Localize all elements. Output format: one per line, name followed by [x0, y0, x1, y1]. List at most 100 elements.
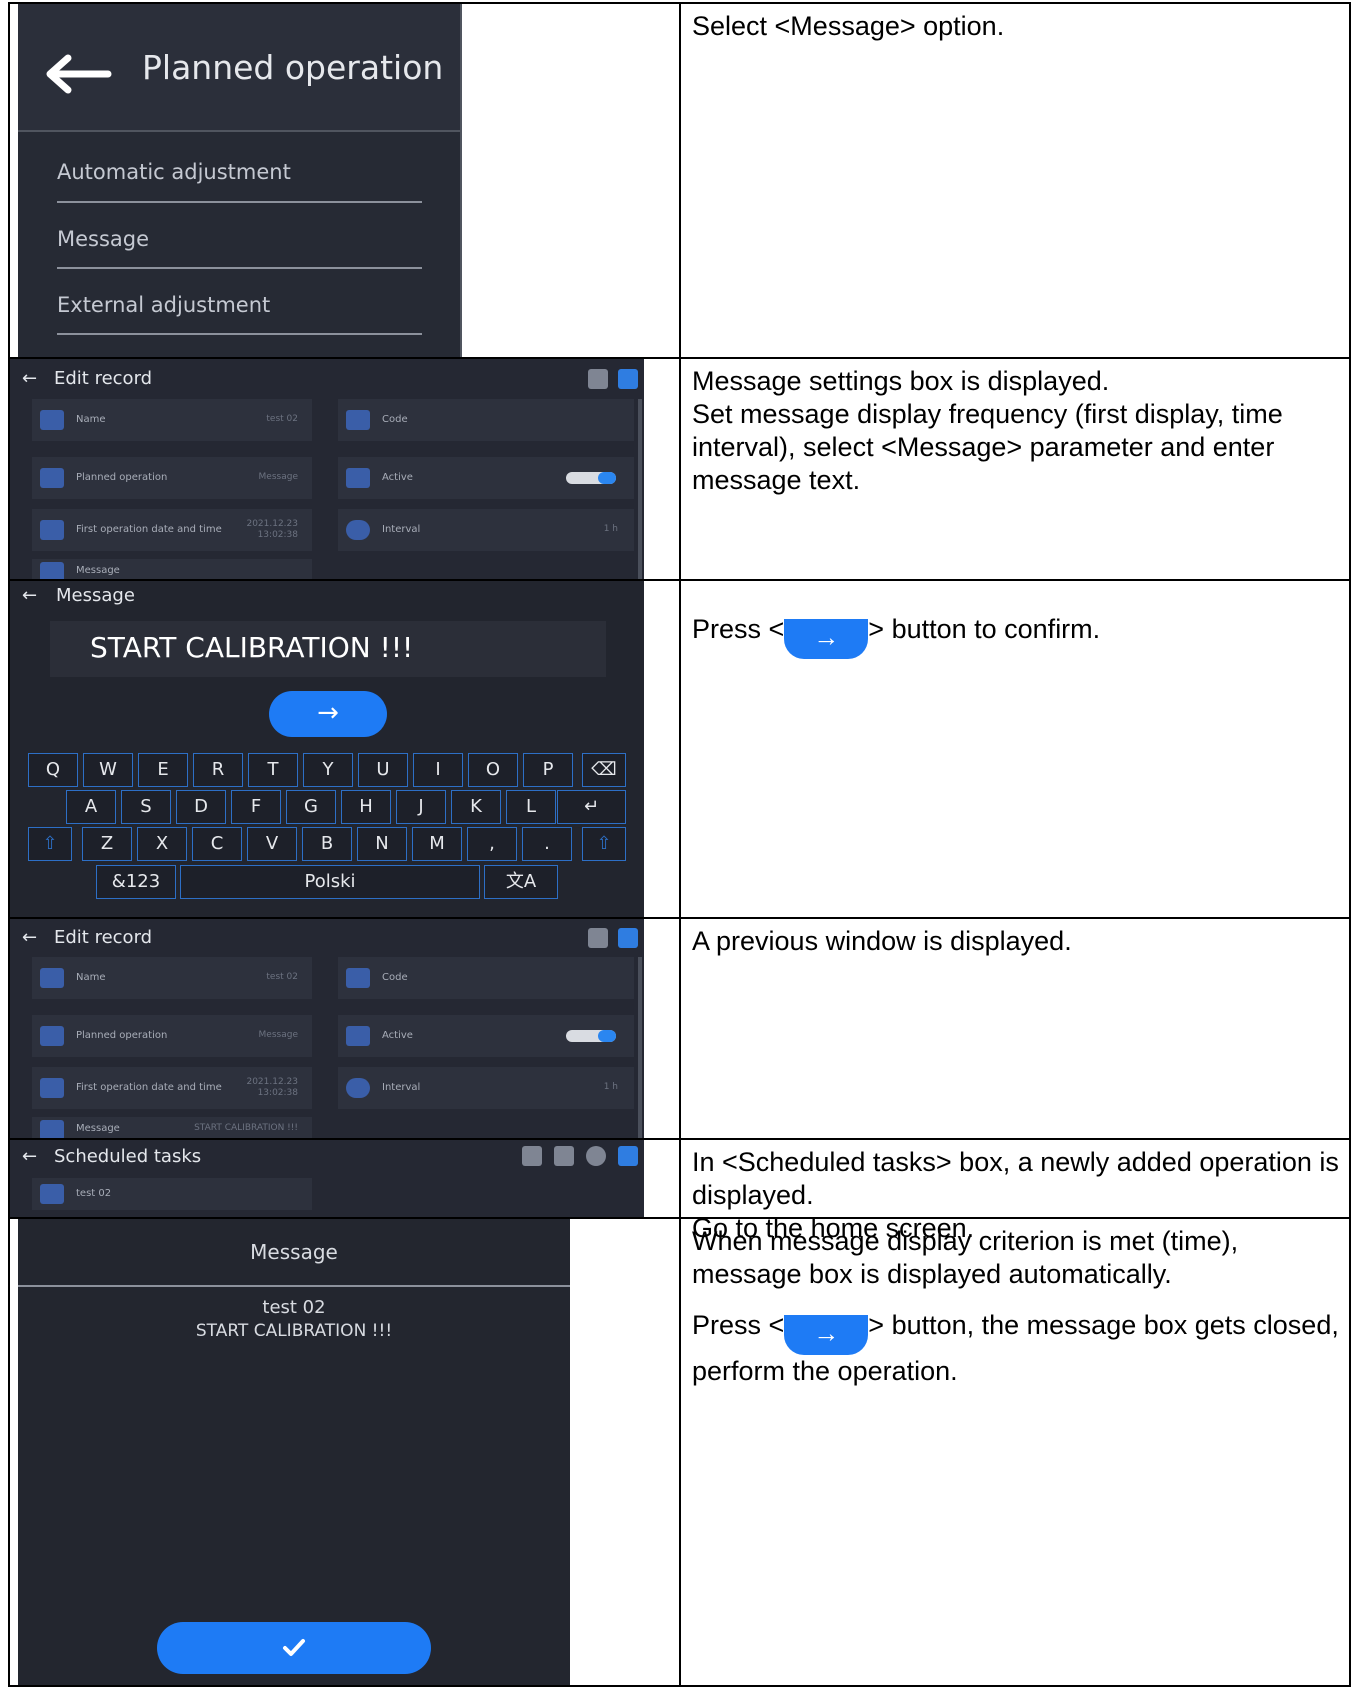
field-interval[interactable]: Interval 1 h: [338, 1067, 634, 1109]
menu-item-external-adjustment[interactable]: External adjustment: [57, 293, 270, 317]
back-arrow-icon[interactable]: ←: [22, 1146, 37, 1167]
keyboard-key[interactable]: S: [121, 790, 171, 824]
keyboard-key[interactable]: K: [451, 790, 501, 824]
field-value: START CALIBRATION !!!: [194, 1123, 298, 1133]
keyboard-key[interactable]: D: [176, 790, 226, 824]
translate-icon[interactable]: 文A: [484, 865, 558, 899]
shift-icon[interactable]: ⇧: [28, 827, 72, 861]
backspace-icon[interactable]: ⌫: [582, 753, 626, 787]
field-label: First operation date and time: [76, 524, 222, 535]
confirm-button[interactable]: →: [269, 691, 387, 737]
task-icon: [40, 1184, 64, 1204]
keyboard-key[interactable]: Q: [28, 753, 78, 787]
keyboard-key[interactable]: H: [341, 790, 391, 824]
menu-divider: [57, 333, 422, 335]
back-arrow-icon[interactable]: ←: [22, 368, 37, 389]
scrollbar[interactable]: [638, 957, 642, 1138]
keyboard-key[interactable]: O: [468, 753, 518, 787]
description-text: Press <: [692, 614, 785, 644]
field-label: Planned operation: [76, 472, 168, 483]
keyboard-key[interactable]: N: [357, 827, 407, 861]
field-active[interactable]: Active: [338, 1015, 634, 1057]
keyboard-key[interactable]: ,: [467, 827, 517, 861]
field-planned-operation[interactable]: Planned operation Message: [32, 457, 312, 499]
keyboard-key[interactable]: T: [248, 753, 298, 787]
field-label: Code: [382, 414, 408, 425]
code-icon: [346, 410, 370, 430]
enter-icon[interactable]: ↵: [557, 790, 626, 824]
keyboard-key[interactable]: L: [506, 790, 556, 824]
language-key[interactable]: Polski: [180, 865, 480, 899]
field-message[interactable]: Message START CALIBRATION !!!: [32, 1117, 312, 1138]
field-value: test 02: [266, 972, 298, 982]
page-title: Planned operation: [142, 48, 444, 87]
row-4-description: A previous window is displayed.: [692, 925, 1342, 958]
field-label: Interval: [382, 1082, 421, 1093]
keyboard-key[interactable]: X: [137, 827, 187, 861]
keyboard-key[interactable]: I: [413, 753, 463, 787]
field-name[interactable]: Name test 02: [32, 957, 312, 999]
field-first-operation[interactable]: First operation date and time 2021.12.23…: [32, 509, 312, 551]
add-icon[interactable]: [586, 1146, 606, 1166]
field-label: Code: [382, 972, 408, 983]
keyboard-key[interactable]: Z: [82, 827, 132, 861]
description-text: > button to confirm.: [868, 614, 1101, 644]
menu-item-automatic-adjustment[interactable]: Automatic adjustment: [57, 160, 291, 184]
message-icon: [40, 562, 64, 579]
keyboard-key[interactable]: A: [66, 790, 116, 824]
scrollbar[interactable]: [638, 399, 642, 579]
field-code[interactable]: Code: [338, 957, 634, 999]
save-icon[interactable]: [588, 928, 608, 948]
menu-item-message[interactable]: Message: [57, 227, 149, 251]
shift-icon[interactable]: ⇧: [582, 827, 626, 861]
arrow-left-icon[interactable]: [42, 54, 112, 94]
confirm-button[interactable]: [157, 1622, 431, 1674]
field-first-operation[interactable]: First operation date and time 2021.12.23…: [32, 1067, 312, 1109]
page-title: Edit record: [54, 927, 153, 948]
keyboard-key[interactable]: E: [138, 753, 188, 787]
keyboard-key[interactable]: W: [83, 753, 133, 787]
task-list-item[interactable]: test 02: [32, 1178, 312, 1210]
exit-icon[interactable]: [618, 928, 638, 948]
back-arrow-icon[interactable]: ←: [22, 927, 37, 948]
save-icon[interactable]: [588, 369, 608, 389]
keyboard-key[interactable]: G: [286, 790, 336, 824]
field-active[interactable]: Active: [338, 457, 634, 499]
field-planned-operation[interactable]: Planned operation Message: [32, 1015, 312, 1057]
back-arrow-icon[interactable]: ←: [22, 585, 37, 606]
field-message[interactable]: Message: [32, 559, 312, 579]
field-name[interactable]: Name test 02: [32, 399, 312, 441]
field-label: Name: [76, 414, 106, 425]
keyboard-key[interactable]: V: [247, 827, 297, 861]
keyboard-key[interactable]: B: [302, 827, 352, 861]
keyboard-key[interactable]: F: [231, 790, 281, 824]
field-interval[interactable]: Interval 1 h: [338, 509, 634, 551]
search-code-icon[interactable]: [554, 1146, 574, 1166]
document-icon: [346, 468, 370, 488]
message-icon: [40, 1120, 64, 1138]
search-name-icon[interactable]: [522, 1146, 542, 1166]
keyboard-key[interactable]: Y: [303, 753, 353, 787]
symbols-key[interactable]: &123: [96, 865, 176, 899]
exit-icon[interactable]: [618, 369, 638, 389]
field-value: 1 h: [603, 1082, 618, 1092]
keyboard-key[interactable]: J: [396, 790, 446, 824]
task-name: test 02: [76, 1188, 112, 1199]
description-line: A previous window is displayed.: [692, 926, 1072, 956]
active-toggle[interactable]: [566, 1030, 616, 1042]
arrow-right-icon: →: [317, 698, 339, 728]
clock-icon: [346, 520, 370, 540]
calendar-clock-icon: [40, 1078, 64, 1098]
message-text-field[interactable]: START CALIBRATION !!!: [50, 621, 606, 677]
keyboard-key[interactable]: P: [523, 753, 573, 787]
keyboard-key[interactable]: .: [522, 827, 572, 861]
description-line: When message display criterion is met (t…: [692, 1226, 1239, 1289]
active-toggle[interactable]: [566, 472, 616, 484]
keyboard-key[interactable]: C: [192, 827, 242, 861]
keyboard-key[interactable]: U: [358, 753, 408, 787]
page-title: Scheduled tasks: [54, 1146, 202, 1167]
keyboard-key[interactable]: R: [193, 753, 243, 787]
exit-icon[interactable]: [618, 1146, 638, 1166]
keyboard-key[interactable]: M: [412, 827, 462, 861]
field-code[interactable]: Code: [338, 399, 634, 441]
